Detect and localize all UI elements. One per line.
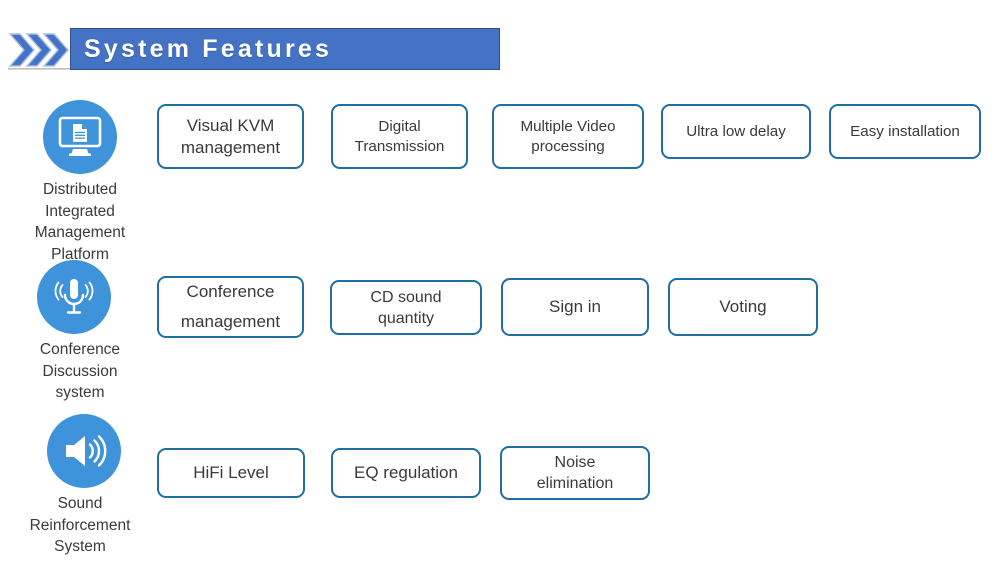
feature-box-multiple-video-processing[interactable]: Multiple Video processing: [492, 104, 644, 169]
feature-text-line: Easy installation: [850, 122, 960, 140]
feature-box-ultra-low-delay[interactable]: Ultra low delay: [661, 104, 811, 159]
microphone-soundwaves-icon: [37, 260, 111, 334]
feature-box-conference-management[interactable]: Conference management: [157, 276, 304, 338]
feature-text-line: management: [180, 312, 281, 331]
feature-text-line: Conference: [186, 282, 275, 301]
feature-box-noise-elimination[interactable]: Noise elimination: [500, 446, 650, 500]
feature-box-sign-in[interactable]: Sign in: [501, 278, 649, 336]
category-distributed-integrated-management-platform: Distributed Integrated Management Platfo…: [0, 100, 160, 265]
feature-text-line: Noise: [554, 454, 596, 471]
category-label-line: system: [55, 384, 105, 401]
feature-text-line: CD sound: [370, 288, 442, 306]
category-conference-discussion-system: Conference Discussion system: [0, 260, 160, 404]
feature-text-line: Digital: [378, 117, 421, 135]
feature-text-line: Ultra low delay: [686, 122, 786, 140]
feature-text-line: Voting: [719, 297, 767, 316]
category-label-line: System: [54, 538, 106, 555]
feature-box-easy-installation[interactable]: Easy installation: [829, 104, 981, 159]
feature-text-line: Visual KVM: [186, 115, 275, 135]
triple-chevron-right-icon: [8, 30, 70, 70]
category-label-line: Management: [34, 224, 126, 241]
category-label: Distributed Integrated Management Platfo…: [0, 179, 160, 265]
category-label: Sound Reinforcement System: [0, 493, 160, 558]
category-sound-reinforcement-system: Sound Reinforcement System: [0, 414, 160, 558]
monitor-document-icon: [43, 100, 117, 174]
feature-text-line: Sign in: [549, 297, 601, 316]
feature-text-line: EQ regulation: [354, 463, 458, 482]
feature-box-cd-sound-quantity[interactable]: CD sound quantity: [330, 280, 482, 335]
category-label: Conference Discussion system: [0, 339, 160, 404]
category-label-line: Reinforcement: [29, 516, 131, 534]
feature-text-line: quantity: [377, 309, 435, 327]
feature-text-line: management: [180, 137, 281, 157]
category-label-line: Distributed: [42, 181, 118, 198]
speaker-volume-icon: [47, 414, 121, 488]
feature-box-voting[interactable]: Voting: [668, 278, 818, 336]
feature-box-visual-kvm-management[interactable]: Visual KVM management: [157, 104, 304, 169]
feature-box-hifi-level[interactable]: HiFi Level: [157, 448, 305, 498]
feature-text-line: Transmission: [354, 137, 445, 155]
feature-box-digital-transmission[interactable]: Digital Transmission: [331, 104, 468, 169]
feature-text-line: Multiple Video: [520, 117, 616, 135]
category-label-line: Integrated: [45, 202, 115, 220]
feature-text-line: elimination: [536, 475, 614, 492]
feature-box-eq-regulation[interactable]: EQ regulation: [331, 448, 481, 498]
page-header: System Features: [0, 28, 500, 72]
feature-text-line: HiFi Level: [193, 463, 269, 482]
page-title: System Features: [84, 35, 333, 63]
feature-text-line: processing: [531, 137, 605, 155]
category-label-line: Discussion: [42, 362, 118, 380]
category-label-line: Sound: [57, 495, 103, 512]
category-label-line: Conference: [39, 341, 121, 358]
